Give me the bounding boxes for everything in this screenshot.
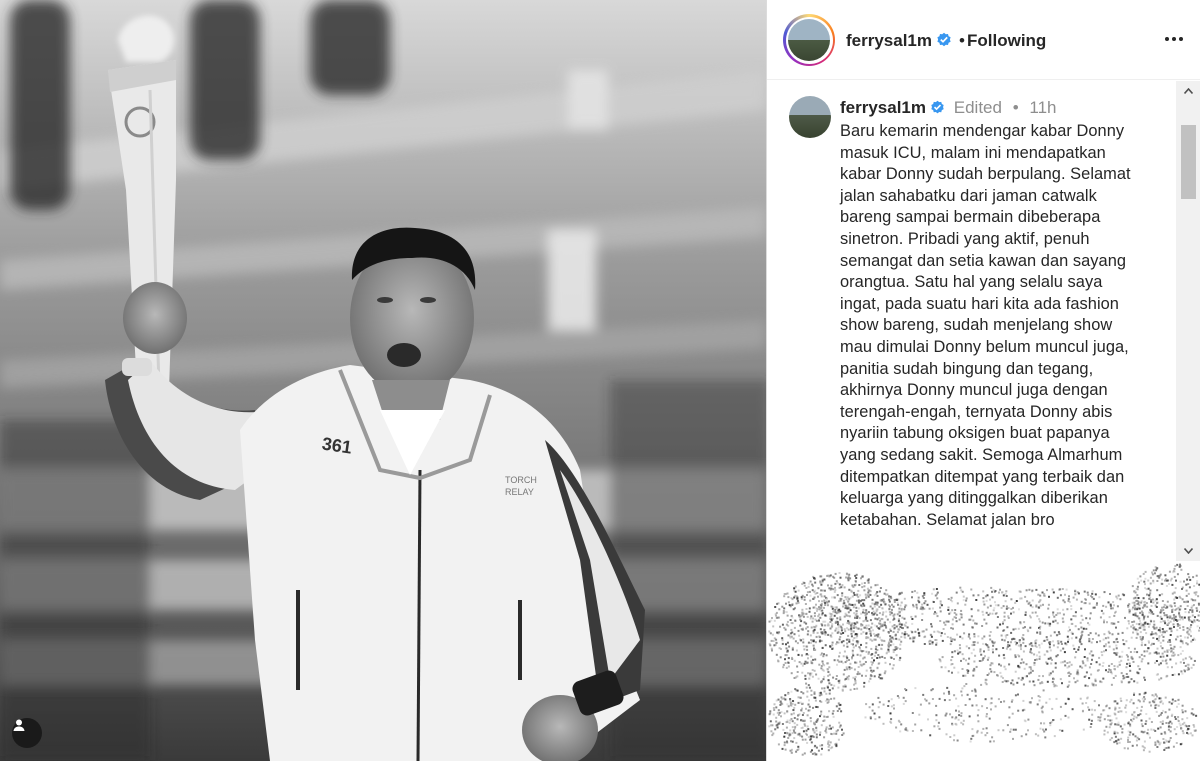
photo-artwork: 361 TORCH RELAY — [0, 0, 766, 761]
scroll-thumb[interactable] — [1181, 125, 1196, 199]
header-separator: • — [959, 31, 965, 50]
obscured-comments-area — [767, 561, 1200, 761]
pixelated-noise — [768, 563, 1200, 756]
following-button[interactable]: Following — [967, 31, 1046, 51]
caption-text: Baru kemarin mendengar kabar Donny masuk… — [840, 122, 1131, 529]
caption-header: ferrysal1m Edited • 11h — [840, 98, 1056, 118]
scrollbar[interactable] — [1176, 81, 1200, 561]
jacket-print: 361 — [321, 434, 354, 458]
story-ring-avatar[interactable] — [783, 14, 835, 66]
verified-badge-icon — [931, 100, 944, 114]
caption-separator: • — [1012, 98, 1019, 117]
header-username[interactable]: ferrysal1m — [846, 31, 952, 51]
scroll-up-arrow-icon[interactable] — [1176, 81, 1200, 101]
chest-logo-line1: TORCH — [505, 475, 537, 485]
user-tag-icon — [13, 719, 25, 731]
edited-label: Edited — [953, 98, 1002, 117]
scroll-down-arrow-icon[interactable] — [1176, 541, 1200, 561]
post-header: ferrysal1m • Following — [767, 0, 1200, 80]
comments-section: ferrysal1m Edited • 11h Baru kemarin men… — [767, 81, 1200, 561]
avatar — [788, 19, 830, 61]
verified-badge-icon — [937, 32, 951, 47]
caption-avatar[interactable] — [789, 96, 831, 138]
chest-logo-line2: RELAY — [505, 487, 534, 497]
header-username-text[interactable]: ferrysal1m — [846, 31, 932, 50]
post-photo[interactable]: 361 TORCH RELAY — [0, 0, 766, 761]
time-ago[interactable]: 11h — [1029, 98, 1056, 117]
caption-username[interactable]: ferrysal1m — [840, 98, 926, 117]
more-options-icon[interactable] — [1165, 37, 1183, 41]
post-details-panel: ferrysal1m • Following ferrysal1m Edited… — [766, 0, 1200, 761]
tagged-users-button[interactable] — [12, 718, 42, 748]
